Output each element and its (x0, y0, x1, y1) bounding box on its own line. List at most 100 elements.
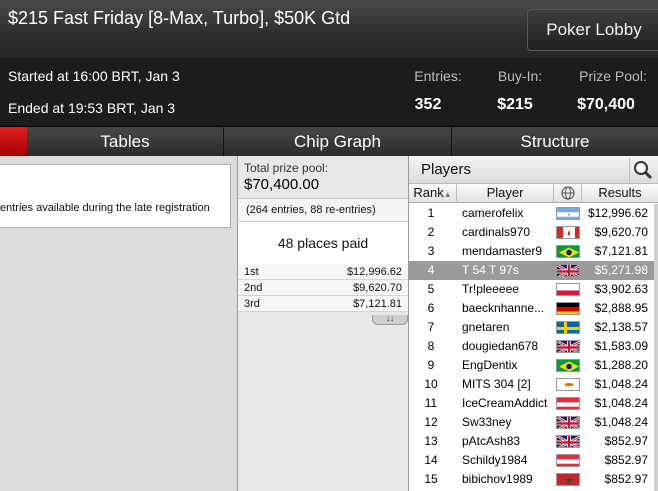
payout-place: 1st (244, 266, 259, 278)
player-result: $7,121.81 (594, 244, 648, 258)
player-rank: 8 (427, 339, 435, 353)
tab-tables[interactable]: Tables (27, 127, 224, 156)
player-rank: 14 (424, 453, 438, 467)
germany-flag (556, 302, 580, 315)
player-row[interactable]: 3 mendamaster9 $7,121.81 (409, 242, 654, 261)
player-name: dougiedan678 (462, 339, 539, 353)
austria-flag (556, 397, 580, 410)
player-rank: 6 (427, 301, 435, 315)
expand-payouts-button[interactable]: ↓↓ (372, 315, 408, 325)
player-rank: 9 (427, 358, 435, 372)
player-name: pAtcAsh83 (462, 434, 521, 448)
payout-row: 3rd $7,121.81 (238, 296, 408, 312)
player-name: bibichov1989 (462, 472, 533, 486)
player-name: gnetaren (462, 320, 510, 334)
payout-place: 3rd (244, 298, 260, 310)
player-row[interactable]: 12 Sw33ney $1,048.24 (409, 413, 654, 432)
title-bar: $215 Fast Friday [8-Max, Turbo], $50K Gt… (0, 0, 658, 58)
player-row[interactable]: 14 Schildy1984 $852.97 (409, 451, 654, 470)
player-rank: 13 (424, 434, 438, 448)
tab-structure[interactable]: Structure (452, 127, 658, 156)
player-row[interactable]: 15 bibichov1989 $852.97 (409, 470, 654, 489)
player-name: mendamaster9 (462, 244, 543, 258)
argentina-flag (556, 207, 580, 220)
player-row[interactable]: 7 gnetaren $2,138.57 (409, 318, 654, 337)
tab-chip-graph[interactable]: Chip Graph (224, 127, 452, 156)
player-row[interactable]: 6 baecknhanne... $2,888.95 (409, 299, 654, 318)
tournament-title: $215 Fast Friday [8-Max, Turbo], $50K Gt… (8, 8, 351, 28)
players-list: 1 camerofelix $12,996.62 2 cardinals970 $9,62… (409, 204, 654, 489)
player-name: T 54 T 97s (462, 263, 519, 277)
player-name: MITS 304 [2] (462, 377, 531, 391)
tab-info-active[interactable] (0, 127, 27, 156)
player-result: $2,888.95 (594, 301, 648, 315)
sweden-flag (556, 321, 580, 334)
player-result: $1,048.24 (594, 396, 648, 410)
uk-flag (556, 264, 580, 277)
player-name: Tr!pleeeee (462, 282, 519, 296)
column-rank[interactable]: Rank▲ (409, 184, 457, 203)
player-rank: 12 (424, 415, 438, 429)
player-name: cardinals970 (462, 225, 531, 239)
player-result: $1,048.24 (594, 377, 648, 391)
player-name: IceCreamAddict (462, 396, 548, 410)
column-player[interactable]: Player (457, 184, 554, 203)
player-rank: 7 (427, 320, 435, 334)
end-time: Ended at 19:53 BRT, Jan 3 (8, 100, 176, 116)
prizepool-label: Prize Pool: (579, 68, 647, 84)
entries-label: Entries: (414, 68, 462, 84)
entries-note: (264 entries, 88 re-entries) (238, 198, 408, 222)
brazil-flag (556, 359, 580, 372)
search-players-button[interactable] (629, 158, 657, 182)
late-registration-notice: entries available during the late regist… (0, 164, 231, 228)
total-prize-label: Total prize pool: (244, 161, 329, 175)
places-paid: 48 places paid (238, 222, 408, 264)
player-row[interactable]: 9 EngDentix $1,288.20 (409, 356, 654, 375)
poker-lobby-button[interactable]: Poker Lobby (527, 9, 658, 51)
tab-bar: Tables Chip Graph Structure (0, 126, 658, 156)
player-name: baecknhanne... (462, 301, 545, 315)
player-row[interactable]: 2 cardinals970 $9,620.70 (409, 223, 654, 242)
prize-panel: Total prize pool: $70,400.00 (264 entrie… (237, 156, 409, 491)
player-rank: 10 (424, 377, 438, 391)
player-rank: 3 (427, 244, 435, 258)
player-row[interactable]: 13 pAtcAsh83 $852.97 (409, 432, 654, 451)
uk-flag (556, 435, 580, 448)
buyin-value: $215 (497, 96, 533, 113)
player-row[interactable]: 11 IceCreamAddict $1,048.24 (409, 394, 654, 413)
player-result: $852.97 (604, 472, 648, 486)
buyin-label: Buy-In: (497, 68, 543, 84)
payout-place: 2nd (244, 282, 263, 294)
players-header: Players (409, 156, 658, 184)
players-title: Players (421, 161, 472, 178)
player-result: $12,996.62 (587, 206, 648, 220)
search-icon (634, 161, 653, 180)
player-result: $1,288.20 (594, 358, 648, 372)
entries-value: 352 (414, 96, 442, 113)
player-rank: 11 (424, 396, 438, 410)
player-result: $852.97 (604, 453, 648, 467)
cyprus-flag (556, 378, 580, 391)
brazil-flag (556, 245, 580, 258)
notice-text: entries available during the late regist… (0, 202, 210, 214)
info-panel: entries available during the late regist… (0, 156, 237, 491)
player-result: $9,620.70 (594, 225, 648, 239)
player-row[interactable]: 10 MITS 304 [2] $1,048.24 (409, 375, 654, 394)
player-name: EngDentix (462, 358, 518, 372)
player-row[interactable]: 4 T 54 T 97s $5,271.98 (409, 261, 654, 280)
player-result: $5,271.98 (594, 263, 648, 277)
players-scrollbar[interactable] (654, 204, 658, 491)
player-result: $852.97 (604, 434, 648, 448)
column-rank-label: Rank (413, 185, 444, 200)
column-results[interactable]: Results (582, 184, 658, 203)
player-name: camerofelix (462, 206, 524, 220)
prizepool-value: $70,400 (577, 96, 635, 113)
player-name: Sw33ney (462, 415, 512, 429)
morocco-flag (556, 473, 580, 486)
chevron-double-down-icon: ↓↓ (386, 314, 394, 323)
player-row[interactable]: 1 camerofelix $12,996.62 (409, 204, 654, 223)
player-row[interactable]: 8 dougiedan678 $1,583.09 (409, 337, 654, 356)
player-row[interactable]: 5 Tr!pleeeee $3,902.63 (409, 280, 654, 299)
column-country[interactable] (554, 184, 582, 203)
start-time: Started at 16:00 BRT, Jan 3 (8, 68, 180, 84)
